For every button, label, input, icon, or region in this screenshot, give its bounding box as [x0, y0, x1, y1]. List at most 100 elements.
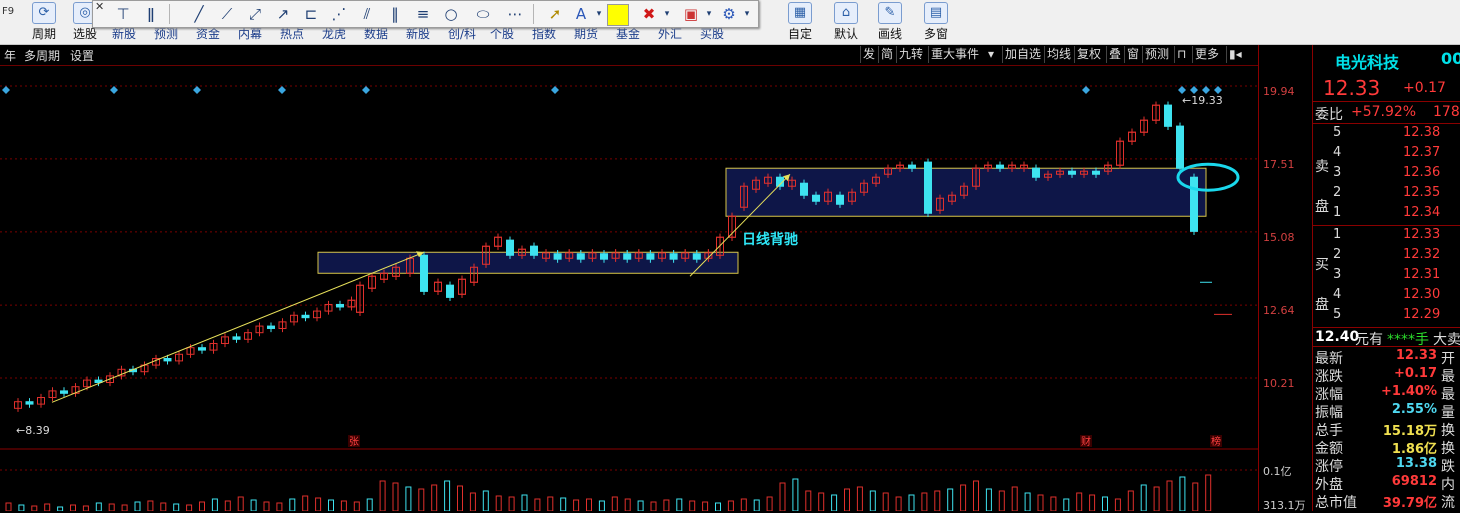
stat-label: 外盘 — [1315, 477, 1343, 493]
f9-button[interactable]: F9 — [2, 2, 14, 22]
book-price[interactable]: 12.34 — [1403, 205, 1440, 220]
btn-fa[interactable]: 发 — [860, 46, 877, 63]
gear-icon[interactable]: ⚙ — [719, 4, 739, 24]
volume-bar — [353, 501, 360, 511]
btn-ma[interactable]: 均线 — [1044, 46, 1073, 63]
indicator-icon[interactable]: ǁ — [141, 4, 161, 24]
btn-forecast[interactable]: 预测 — [1142, 46, 1171, 63]
candle-body — [198, 347, 206, 351]
book-price[interactable]: 12.35 — [1403, 185, 1440, 200]
candle-body — [669, 253, 678, 260]
volume-bar — [547, 496, 554, 511]
chevron-down-icon[interactable]: ▾ — [737, 4, 757, 24]
default-button[interactable]: ⌂ 默认 — [826, 2, 866, 41]
volume-bar — [340, 500, 347, 511]
fibonacci-icon[interactable]: ≡ — [413, 4, 433, 24]
stat-value: 2.55% — [1391, 402, 1437, 417]
btn-more[interactable]: 更多 — [1192, 46, 1221, 63]
draw-line-button[interactable]: ✎ 画线 — [870, 2, 910, 41]
btn-overlay[interactable]: 叠 — [1106, 46, 1123, 63]
book-level: 3 — [1333, 165, 1342, 180]
panel-toggle-icon[interactable]: ▮◂ — [1226, 46, 1244, 63]
event-marker — [193, 86, 201, 94]
ellipse-icon[interactable]: ⬭ — [473, 4, 493, 24]
vertical-lines-icon[interactable]: ‖ — [385, 4, 405, 24]
candle-body — [25, 401, 34, 405]
close-icon[interactable]: ✕ — [95, 1, 107, 13]
custom-button[interactable]: ▦ 自定 — [780, 2, 820, 41]
chevron-down-icon[interactable]: ▾ — [657, 4, 677, 24]
btn-jian[interactable]: 简 — [878, 46, 895, 63]
tab-multi-period[interactable]: 多周期 — [24, 47, 60, 64]
candle-body — [553, 253, 562, 260]
low-label: ←8.39 — [16, 424, 50, 437]
style-icon[interactable]: ▣ — [681, 4, 701, 24]
text-tool-icon[interactable]: A — [571, 4, 591, 24]
lock-icon[interactable]: ⊓ — [1174, 46, 1188, 63]
chevron-down-icon[interactable]: ▾ — [986, 46, 996, 63]
double-arrow-icon[interactable]: ⤢ — [245, 4, 265, 24]
volume-bar — [727, 500, 734, 511]
volume-bar — [676, 498, 683, 511]
multi-window-button[interactable]: ▤ 多窗 — [916, 2, 956, 41]
btn-window[interactable]: 窗 — [1124, 46, 1141, 63]
more-icon[interactable]: ⋯ — [505, 4, 525, 24]
volume-bar — [1153, 486, 1160, 511]
price-change: +0.17 — [1403, 80, 1446, 96]
stat-label: 金额 — [1315, 441, 1343, 457]
tab-settings[interactable]: 设置 — [70, 47, 94, 64]
volume-bar — [753, 499, 760, 511]
line-segment-icon[interactable]: ╱ — [189, 4, 209, 24]
volume-bar — [1205, 474, 1212, 511]
book-price[interactable]: 12.31 — [1403, 267, 1440, 282]
book-price[interactable]: 12.29 — [1403, 307, 1440, 322]
chevron-down-icon[interactable]: ▾ — [589, 4, 609, 24]
volume-bar — [121, 504, 128, 511]
quote-panel: 电光科技 00 12.33 +0.17 委比 +57.92% 178 5 12.3… — [1312, 45, 1460, 511]
circle-icon[interactable]: ○ — [441, 4, 461, 24]
arrow-icon[interactable]: ↗ — [273, 4, 293, 24]
volume-bar — [495, 495, 502, 511]
book-price[interactable]: 12.38 — [1403, 125, 1440, 140]
volume-bar — [160, 502, 167, 511]
stat-label: 总市值 — [1315, 495, 1357, 511]
volume-bar — [405, 486, 412, 511]
ray-icon[interactable]: ⟋ — [217, 4, 237, 24]
chevron-down-icon[interactable]: ▾ — [699, 4, 719, 24]
book-price[interactable]: 12.32 — [1403, 247, 1440, 262]
stat-extra: 换 — [1441, 441, 1455, 457]
btn-major-events[interactable]: 重大事件 — [928, 46, 981, 63]
volume-bar — [689, 500, 696, 511]
volume-bar — [147, 500, 154, 511]
btn-adjust[interactable]: 复权 — [1074, 46, 1103, 63]
rectangle-icon[interactable]: ⊏ — [301, 4, 321, 24]
book-price[interactable]: 12.37 — [1403, 145, 1440, 160]
volume-bar — [431, 484, 438, 511]
book-price[interactable]: 12.33 — [1403, 227, 1440, 242]
select-cursor-icon[interactable]: ➚ — [545, 4, 565, 24]
volume-bar — [895, 496, 902, 511]
volume-bar — [702, 501, 709, 511]
candle-body — [1164, 104, 1172, 127]
cursor-line-icon[interactable]: ⊤ — [113, 4, 133, 24]
volume-bar — [457, 485, 463, 511]
stat-extra: 量 — [1441, 405, 1455, 421]
book-price[interactable]: 12.30 — [1403, 287, 1440, 302]
btn-jiuzhuan[interactable]: 九转 — [896, 46, 925, 63]
stock-code: 00 — [1441, 49, 1460, 68]
candlestick-chart[interactable]: 日线背驰 ←19.33 ←8.39 张 财 榜 — [0, 66, 1258, 511]
volume-bar — [921, 492, 928, 511]
book-price[interactable]: 12.36 — [1403, 165, 1440, 180]
parallel-lines-icon[interactable]: ⫽ — [357, 4, 377, 24]
volume-bar — [831, 494, 838, 511]
candle-body — [576, 253, 585, 260]
tab-year[interactable]: 年 — [4, 47, 16, 64]
btn-add-favorite[interactable]: 加自选 — [1002, 46, 1043, 63]
fan-icon[interactable]: ⋰ — [329, 4, 349, 24]
candle-body — [996, 164, 1004, 169]
chart-subbar: 年 多周期 设置 发 简 九转 重大事件 ▾ 加自选 均线 复权 叠 窗 预测 … — [0, 45, 1258, 66]
price-tick-label: 19.94 — [1263, 85, 1295, 98]
delete-icon[interactable]: ✖ — [639, 4, 659, 24]
color-swatch[interactable] — [607, 4, 629, 26]
book-level: 2 — [1333, 185, 1342, 200]
